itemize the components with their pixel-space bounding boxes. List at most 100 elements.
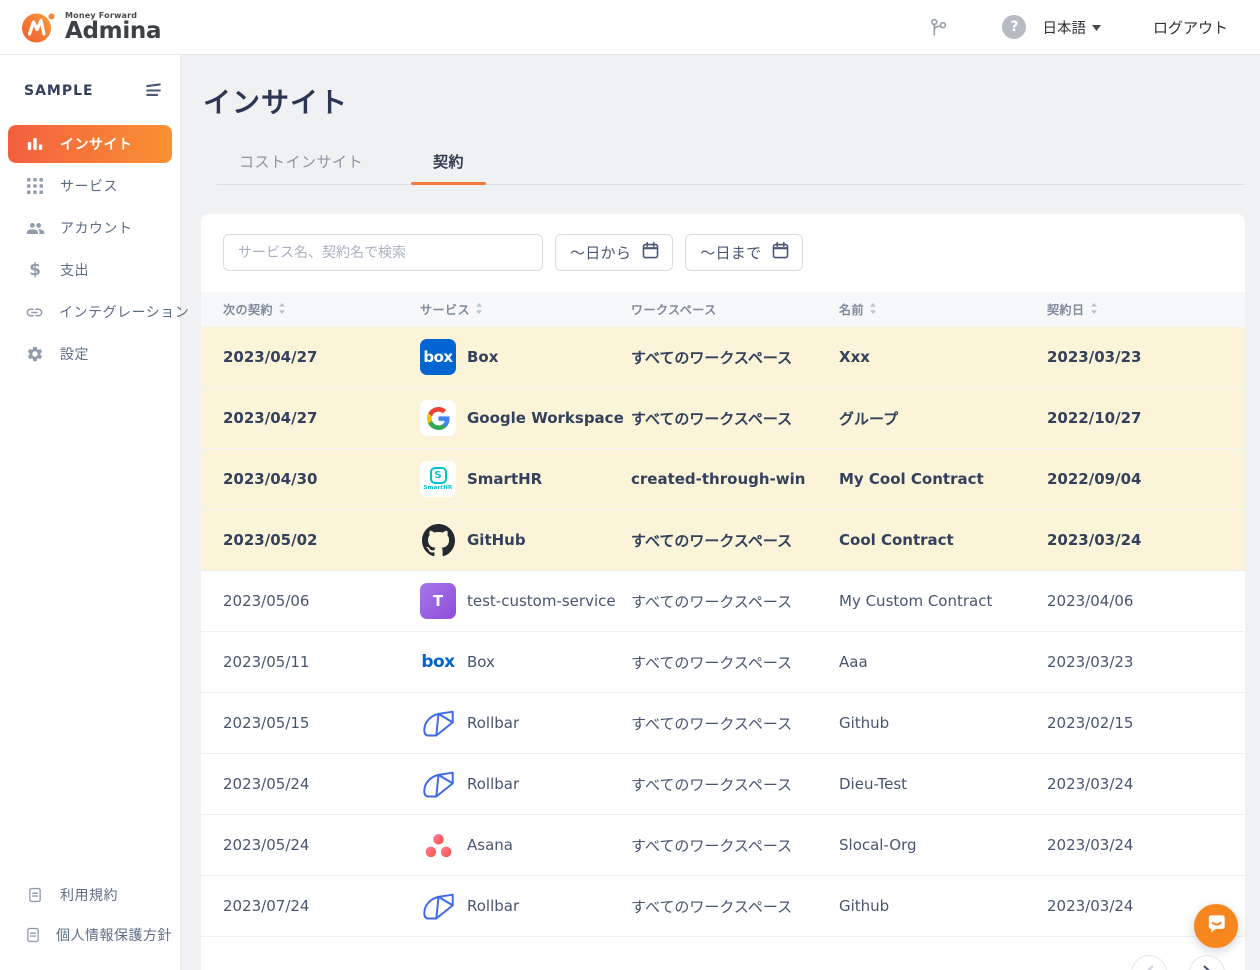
sort-icon — [475, 302, 483, 318]
cell-service: Rollbar — [420, 705, 631, 741]
asana-icon — [420, 827, 456, 863]
sidebar-item-label: 設定 — [60, 344, 89, 364]
date-from-picker[interactable]: 〜日から — [555, 234, 673, 271]
tab-contracts[interactable]: 契約 — [411, 145, 486, 184]
cell-service: T test-custom-service — [420, 583, 631, 619]
cell-contract-date: 2023/03/23 — [1047, 348, 1245, 366]
table-row[interactable]: 2023/05/06 T test-custom-service すべてのワーク… — [201, 571, 1245, 632]
column-header[interactable]: 契約日 — [1047, 301, 1245, 318]
sidebar: SAMPLE インサイト サービス アカウント $ 支出 インテグレーション 設… — [0, 55, 181, 970]
cell-next-contract-date: 2023/05/06 — [223, 592, 420, 610]
rollbar-icon — [420, 766, 456, 802]
chat-launcher-button[interactable] — [1194, 904, 1238, 948]
sidebar-item-インサイト[interactable]: インサイト — [8, 125, 172, 163]
cell-workspace: すべてのワークスペース — [631, 774, 839, 795]
column-header[interactable]: ワークスペース — [631, 301, 839, 318]
service-name: Rollbar — [467, 714, 519, 732]
cell-service: box Box — [420, 644, 631, 680]
table-row[interactable]: 2023/05/15 Rollbar すべてのワークスペース Github 20… — [201, 693, 1245, 754]
cell-service: GitHub — [420, 522, 631, 558]
column-header-label: 契約日 — [1047, 301, 1085, 318]
sidebar-item-インテグレーション[interactable]: インテグレーション — [8, 293, 172, 331]
table-row[interactable]: 2023/05/11 box Box すべてのワークスペース Aaa 2023/… — [201, 632, 1245, 693]
table-body: 2023/04/27 box Box すべてのワークスペース Xxx 2023/… — [201, 327, 1245, 937]
sidebar-item-サービス[interactable]: サービス — [8, 167, 172, 205]
box-word-icon: box — [420, 644, 456, 680]
cell-workspace: すべてのワークスペース — [631, 347, 839, 368]
sort-icon — [869, 302, 877, 318]
gear-icon — [25, 345, 45, 363]
pagination-prev-button[interactable] — [1131, 955, 1167, 970]
sidebar-item-個人情報保護方針[interactable]: 個人情報保護方針 — [8, 916, 172, 954]
link-icon — [25, 303, 44, 322]
cell-workspace: すべてのワークスペース — [631, 896, 839, 917]
sidebar-item-label: 支出 — [60, 260, 89, 280]
date-from-label: 〜日から — [570, 242, 631, 263]
cell-contract-name: My Cool Contract — [839, 470, 1047, 488]
table-row[interactable]: 2023/04/27 Google Workspace すべてのワークスペース … — [201, 388, 1245, 449]
rollbar-icon — [420, 705, 456, 741]
table-row[interactable]: 2023/04/27 box Box すべてのワークスペース Xxx 2023/… — [201, 327, 1245, 388]
sidebar-item-利用規約[interactable]: 利用規約 — [8, 876, 172, 914]
sort-icon — [278, 302, 286, 318]
cell-contract-date: 2023/03/24 — [1047, 836, 1245, 854]
cell-service: SSmartHR SmartHR — [420, 461, 631, 497]
brand-logo[interactable]: Money Forward Admina — [20, 9, 161, 45]
contracts-card: 〜日から 〜日まで 次の契約 サービス ワークスペース 名前 契約日 2023/… — [201, 214, 1245, 970]
table-row[interactable]: 2023/04/30 SSmartHR SmartHR created-thro… — [201, 449, 1245, 510]
service-name: Rollbar — [467, 897, 519, 915]
cell-workspace: すべてのワークスペース — [631, 530, 839, 551]
sidebar-item-label: サービス — [60, 176, 118, 196]
cell-contract-name: グループ — [839, 408, 1047, 429]
sidebar-item-支出[interactable]: $ 支出 — [8, 251, 172, 289]
pagination — [201, 937, 1245, 970]
cell-contract-date: 2022/09/04 — [1047, 470, 1245, 488]
language-selector[interactable]: 日本語 — [1042, 17, 1101, 38]
cell-next-contract-date: 2023/05/24 — [223, 836, 420, 854]
sidebar-collapse-icon[interactable] — [143, 81, 164, 100]
help-icon[interactable]: ? — [1000, 13, 1028, 41]
search-input[interactable] — [223, 234, 543, 271]
column-header-label: 次の契約 — [223, 301, 273, 318]
calendar-icon — [641, 241, 660, 264]
column-header[interactable]: サービス — [420, 301, 631, 318]
cell-contract-name: Dieu-Test — [839, 775, 1047, 793]
tab-cost-insight[interactable]: コストインサイト — [217, 145, 385, 184]
column-header[interactable]: 次の契約 — [223, 301, 420, 318]
table-row[interactable]: 2023/05/24 Rollbar すべてのワークスペース Dieu-Test… — [201, 754, 1245, 815]
github-icon — [420, 522, 456, 558]
cell-next-contract-date: 2023/05/11 — [223, 653, 420, 671]
service-name: Asana — [467, 836, 513, 854]
language-label: 日本語 — [1042, 17, 1086, 38]
table-row[interactable]: 2023/05/24 Asana すべてのワークスペース Slocal-Org … — [201, 815, 1245, 876]
sidebar-item-label: 利用規約 — [60, 885, 118, 905]
logout-button[interactable]: ログアウト — [1153, 17, 1228, 38]
cell-next-contract-date: 2023/07/24 — [223, 897, 420, 915]
sidebar-item-アカウント[interactable]: アカウント — [8, 209, 172, 247]
service-name: Google Workspace — [467, 409, 624, 427]
cell-service: Rollbar — [420, 766, 631, 802]
column-header[interactable]: 名前 — [839, 301, 1047, 318]
page-title: インサイト — [181, 55, 1260, 121]
sidebar-item-設定[interactable]: 設定 — [8, 335, 172, 373]
table-row[interactable]: 2023/07/24 Rollbar すべてのワークスペース Github 20… — [201, 876, 1245, 937]
cell-next-contract-date: 2023/05/02 — [223, 531, 420, 549]
caret-down-icon — [1092, 19, 1101, 35]
date-to-picker[interactable]: 〜日まで — [685, 234, 803, 271]
cell-service: box Box — [420, 339, 631, 375]
bar-chart-icon — [25, 135, 45, 153]
sidebar-item-label: アカウント — [60, 218, 133, 238]
main-content: インサイト コストインサイト 契約 〜日から 〜日まで 次の契約 サービス ワー… — [181, 55, 1260, 970]
cell-contract-date: 2023/04/06 — [1047, 592, 1245, 610]
column-header-label: サービス — [420, 301, 470, 318]
milestone-icon[interactable] — [924, 13, 952, 41]
table-row[interactable]: 2023/05/02 GitHub すべてのワークスペース Cool Contr… — [201, 510, 1245, 571]
pagination-next-button[interactable] — [1189, 955, 1225, 970]
cell-workspace: すべてのワークスペース — [631, 408, 839, 429]
service-name: Box — [467, 348, 498, 366]
cell-contract-name: My Custom Contract — [839, 592, 1047, 610]
cell-workspace: すべてのワークスペース — [631, 591, 839, 612]
table-header: 次の契約 サービス ワークスペース 名前 契約日 — [201, 292, 1245, 327]
cell-next-contract-date: 2023/04/27 — [223, 409, 420, 427]
grid-icon — [25, 178, 45, 194]
